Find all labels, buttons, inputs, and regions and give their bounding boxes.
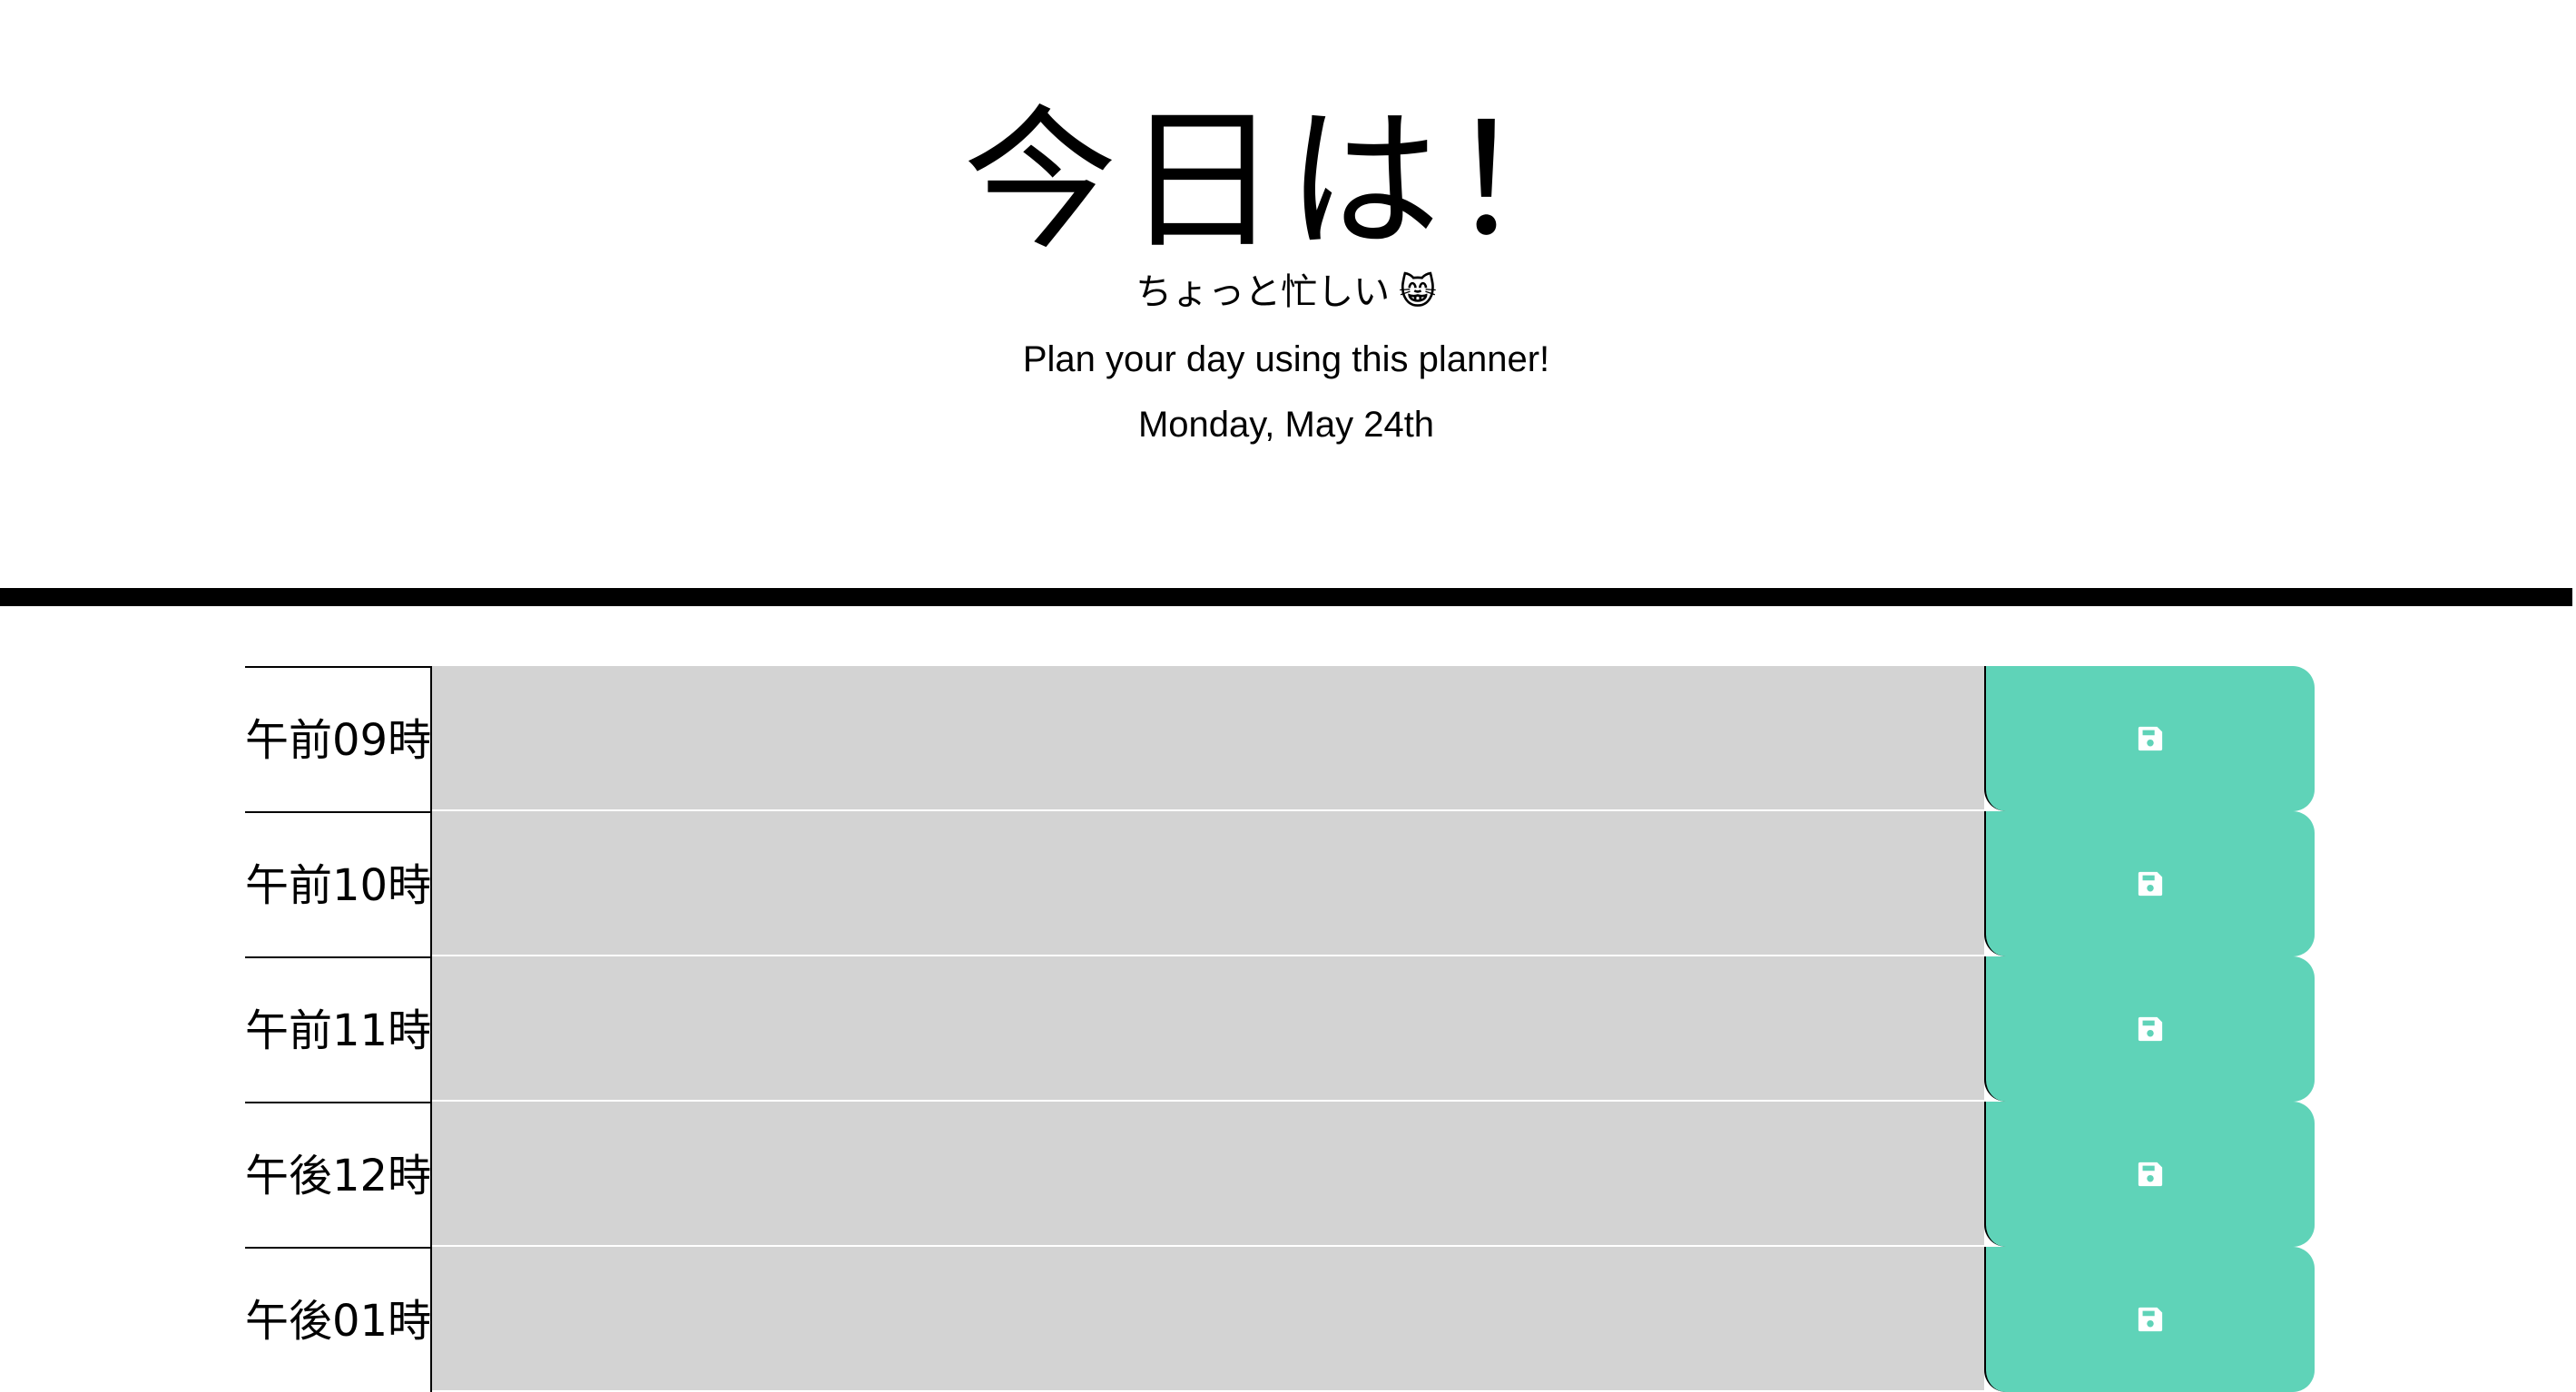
event-description-input[interactable] xyxy=(432,1247,1984,1392)
event-description-input[interactable] xyxy=(432,1102,1984,1247)
page-header: 今日は！ ちょっと忙しい 😸 Plan your day using this p… xyxy=(0,0,2572,588)
floppy-disk-icon xyxy=(2138,1307,2163,1332)
save-button[interactable] xyxy=(1984,811,2315,956)
hour-label: 午前11時 xyxy=(245,956,432,1102)
save-button[interactable] xyxy=(1984,956,2315,1102)
save-button[interactable] xyxy=(1984,1247,2315,1392)
hour-label: 午前10時 xyxy=(245,811,432,956)
hour-label: 午後12時 xyxy=(245,1102,432,1247)
floppy-disk-icon xyxy=(2138,726,2163,751)
event-description-input[interactable] xyxy=(432,956,1984,1102)
time-block-row: 午前10時 xyxy=(245,811,2315,956)
time-block-row: 午前11時 xyxy=(245,956,2315,1102)
page-subtitle: ちょっと忙しい 😸 xyxy=(0,265,2572,319)
planner-lead-text: Plan your day using this planner! xyxy=(1022,339,1550,379)
hour-label: 午前09時 xyxy=(245,666,432,811)
cat-emoji-icon: 😸 xyxy=(1399,271,1437,313)
page-title: 今日は！ xyxy=(962,92,1609,271)
floppy-disk-icon xyxy=(2138,871,2163,897)
header-divider xyxy=(0,588,2572,606)
time-block-row: 午後12時 xyxy=(245,1102,2315,1247)
event-description-input[interactable] xyxy=(432,811,1984,956)
current-date: Monday, May 24th xyxy=(1137,405,1435,445)
time-block-row: 午後01時 xyxy=(245,1247,2315,1392)
event-description-input[interactable] xyxy=(432,666,1984,811)
save-button[interactable] xyxy=(1984,1102,2315,1247)
save-button[interactable] xyxy=(1984,666,2315,811)
floppy-disk-icon xyxy=(2138,1162,2163,1187)
hour-label: 午後01時 xyxy=(245,1247,432,1392)
time-block-row: 午前09時 xyxy=(245,666,2315,811)
floppy-disk-icon xyxy=(2138,1016,2163,1042)
planner-container: 午前09時 午前10時 午前11時 午後12時 午後01時 xyxy=(245,666,2315,1392)
subtitle-text: ちょっと忙しい xyxy=(1136,271,1391,313)
